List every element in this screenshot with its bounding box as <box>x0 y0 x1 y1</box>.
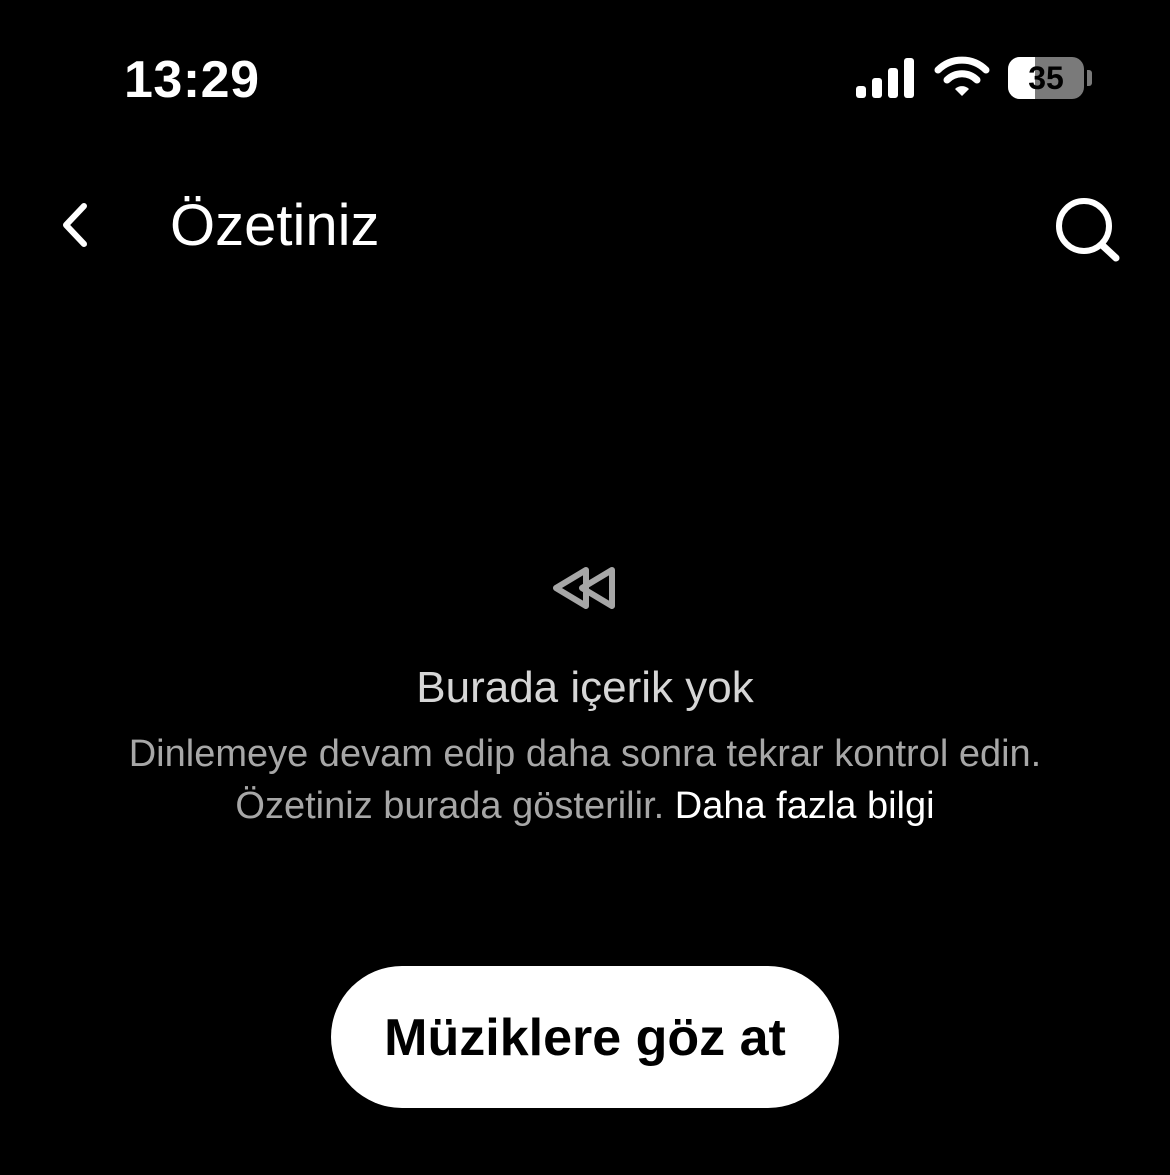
wifi-icon <box>934 56 990 96</box>
page-title: Özetiniz <box>170 193 380 258</box>
back-button[interactable] <box>40 190 110 260</box>
rewind-icon <box>553 567 615 609</box>
search-icon <box>1056 198 1120 262</box>
signal-icon <box>856 58 914 98</box>
battery-level: 35 <box>1028 60 1064 96</box>
chevron-left-icon <box>63 203 87 247</box>
description-line-1: Dinlemeye devam edip daha sonra tekrar k… <box>128 733 1042 775</box>
learn-more-link[interactable]: Daha fazla bilgi <box>675 785 935 827</box>
description-line-2-text: Özetiniz burada gösterilir. <box>235 785 665 827</box>
empty-state-description: Dinlemeye devam edip daha sonra tekrar k… <box>0 728 1170 832</box>
battery-icon: 35 <box>1008 57 1092 99</box>
browse-music-button[interactable]: Müziklere göz at <box>331 966 839 1108</box>
description-line-2: Özetiniz burada gösterilir. Daha fazla b… <box>0 780 1170 832</box>
battery-body: 35 <box>1008 57 1084 99</box>
battery-cap <box>1087 70 1092 86</box>
search-button[interactable] <box>1046 190 1126 270</box>
status-time: 13:29 <box>124 51 260 109</box>
empty-state-title: Burada içerik yok <box>416 663 754 712</box>
